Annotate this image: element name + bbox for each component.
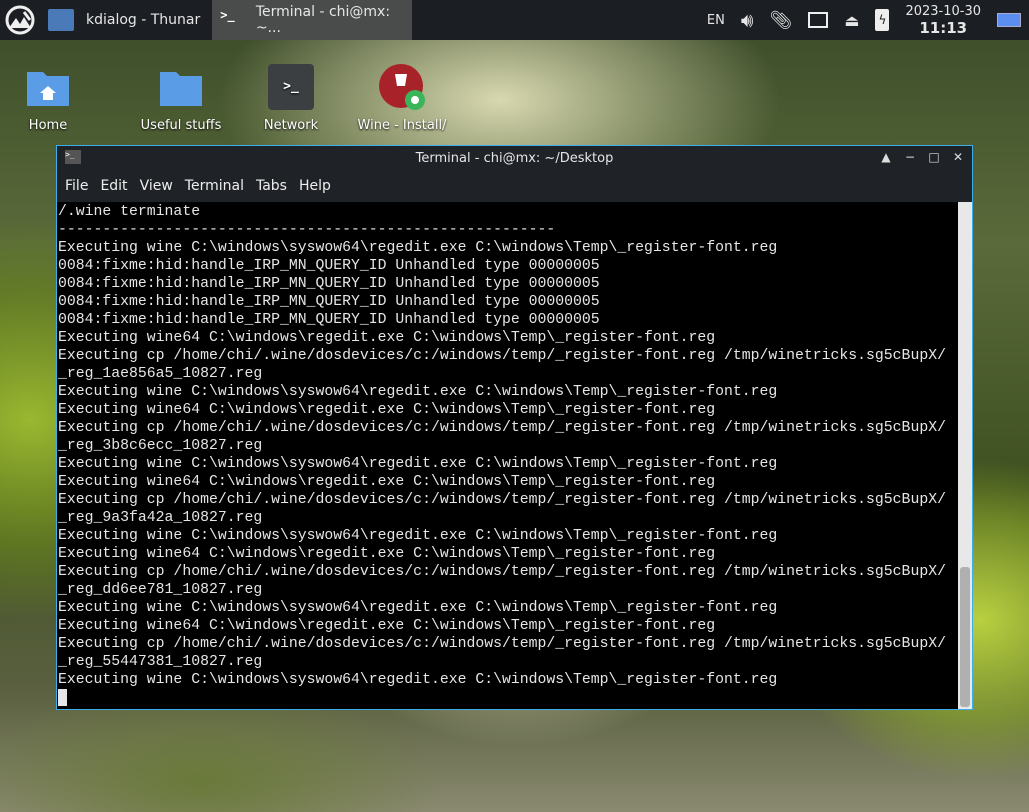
- volume-icon[interactable]: 🔊︎: [741, 8, 754, 32]
- terminal-line: Executing wine C:\windows\syswow64\reged…: [58, 240, 778, 256]
- close-button[interactable]: ✕: [950, 150, 966, 164]
- scrollbar[interactable]: [958, 202, 972, 709]
- terminal-line: Executing wine C:\windows\syswow64\reged…: [58, 456, 778, 472]
- terminal-line: Executing wine64 C:\windows\regedit.exe …: [58, 330, 716, 346]
- terminal-line: _reg_1ae856a5_10827.reg: [58, 366, 263, 382]
- menu-edit[interactable]: Edit: [94, 178, 133, 194]
- folder-icon: [48, 9, 74, 31]
- terminal-line: Executing wine C:\windows\syswow64\reged…: [58, 672, 778, 688]
- task-thunar[interactable]: kdialog - Thunar: [40, 0, 208, 40]
- desktop-icon-home[interactable]: Home: [0, 64, 98, 133]
- terminal-line: Executing cp /home/chi/.wine/dosdevices/…: [58, 564, 946, 580]
- system-tray: EN 🔊︎ 📎︎ ⏏ ϟ 2023-10-30 11:13: [707, 0, 1029, 40]
- terminal-icon: >_: [268, 64, 314, 110]
- terminal-line: Executing wine C:\windows\syswow64\reged…: [58, 384, 778, 400]
- terminal-line: Executing wine64 C:\windows\regedit.exe …: [58, 618, 716, 634]
- terminal-line: Executing cp /home/chi/.wine/dosdevices/…: [58, 492, 946, 508]
- terminal-line: Executing cp /home/chi/.wine/dosdevices/…: [58, 636, 946, 652]
- terminal-line: Executing wine C:\windows\syswow64\reged…: [58, 528, 778, 544]
- terminal-line: 0084:fixme:hid:handle_IRP_MN_QUERY_ID Un…: [58, 258, 600, 274]
- terminal-line: 0084:fixme:hid:handle_IRP_MN_QUERY_ID Un…: [58, 276, 600, 292]
- terminal-line: Executing wine64 C:\windows\regedit.exe …: [58, 546, 716, 562]
- menu-tabs[interactable]: Tabs: [250, 178, 293, 194]
- battery-icon[interactable]: ϟ: [875, 9, 890, 31]
- terminal-line: ----------------------------------------…: [58, 222, 556, 238]
- terminal-icon: >_: [220, 8, 235, 22]
- terminal-line: Executing cp /home/chi/.wine/dosdevices/…: [58, 348, 946, 364]
- desktop-icon-network[interactable]: >_ Network: [241, 64, 341, 133]
- menu-bar: File Edit View Terminal Tabs Help: [57, 170, 972, 202]
- window-title: Terminal - chi@mx: ~/Desktop: [415, 150, 614, 166]
- clipboard-icon[interactable]: 📎︎: [769, 10, 792, 31]
- maximize-button[interactable]: □: [926, 150, 942, 164]
- menu-help[interactable]: Help: [293, 178, 337, 194]
- minimize-button[interactable]: −: [902, 150, 918, 164]
- desktop-icon-wine[interactable]: Wine - Install/: [352, 64, 452, 133]
- terminal-line: _reg_9a3fa42a_10827.reg: [58, 510, 263, 526]
- terminal-app-icon: >_: [65, 150, 81, 164]
- terminal-line: Executing cp /home/chi/.wine/dosdevices/…: [58, 420, 946, 436]
- terminal-window: >_ Terminal - chi@mx: ~/Desktop ▲ − □ ✕ …: [56, 145, 973, 710]
- text-cursor: [58, 689, 67, 706]
- eject-icon[interactable]: ⏏: [844, 11, 859, 30]
- clock[interactable]: 2023-10-30 11:13: [905, 4, 981, 36]
- terminal-line: Executing wine C:\windows\syswow64\reged…: [58, 600, 778, 616]
- terminal-line: /.wine terminate: [58, 204, 201, 220]
- taskbar: kdialog - Thunar >_ Terminal - chi@mx: ~…: [0, 0, 1029, 40]
- folder-icon: [158, 64, 204, 110]
- menu-file[interactable]: File: [59, 178, 94, 194]
- mx-menu-icon[interactable]: [0, 0, 40, 40]
- desktop-icon-useful-stuffs[interactable]: Useful stuffs: [131, 64, 231, 133]
- menu-view[interactable]: View: [134, 178, 179, 194]
- keyboard-layout[interactable]: EN: [707, 13, 725, 28]
- menu-terminal[interactable]: Terminal: [179, 178, 250, 194]
- terminal-line: _reg_55447381_10827.reg: [58, 654, 263, 670]
- wine-icon: [379, 64, 425, 110]
- home-folder-icon: [25, 64, 71, 110]
- title-bar[interactable]: >_ Terminal - chi@mx: ~/Desktop ▲ − □ ✕: [57, 146, 972, 170]
- terminal-line: 0084:fixme:hid:handle_IRP_MN_QUERY_ID Un…: [58, 294, 600, 310]
- workspace-pager[interactable]: [997, 13, 1021, 27]
- scrollbar-thumb[interactable]: [960, 567, 970, 707]
- terminal-line: Executing wine64 C:\windows\regedit.exe …: [58, 474, 716, 490]
- terminal-line: Executing wine64 C:\windows\regedit.exe …: [58, 402, 716, 418]
- keep-above-button[interactable]: ▲: [878, 150, 894, 164]
- network-icon[interactable]: [808, 12, 829, 28]
- terminal-line: _reg_3b8c6ecc_10827.reg: [58, 438, 263, 454]
- terminal-line: 0084:fixme:hid:handle_IRP_MN_QUERY_ID Un…: [58, 312, 600, 328]
- terminal-output[interactable]: /.wine terminate ------------------------…: [57, 202, 958, 709]
- task-terminal[interactable]: >_ Terminal - chi@mx: ~...: [212, 0, 413, 40]
- terminal-line: _reg_dd6ee781_10827.reg: [58, 582, 263, 598]
